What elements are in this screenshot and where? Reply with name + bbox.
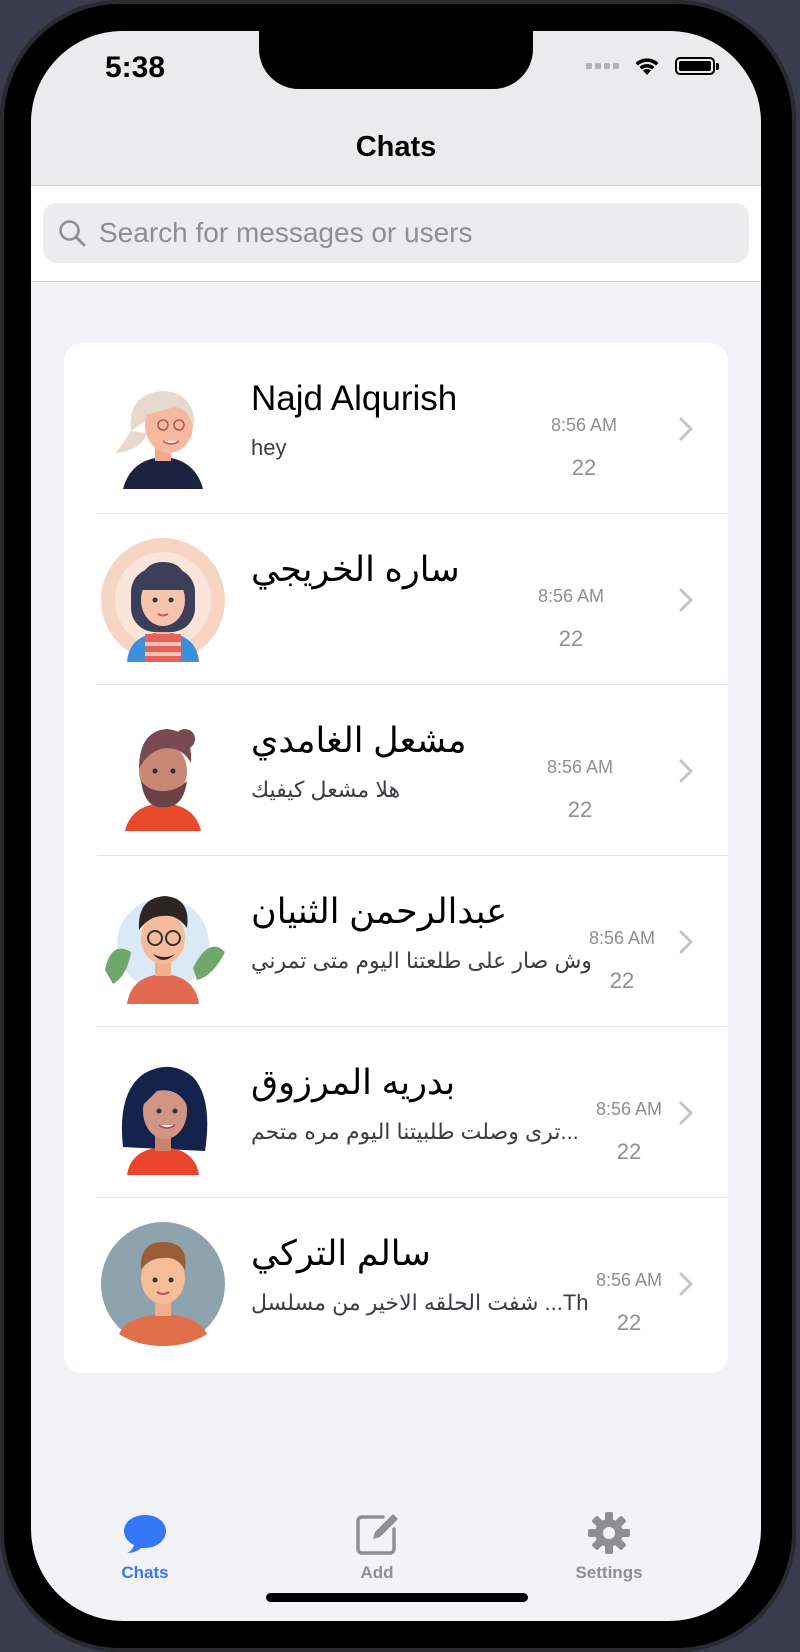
app-screen: Chats 5:38 Search for messages or users … [31, 31, 761, 1621]
avatar [121, 1066, 208, 1175]
search-bar[interactable] [43, 203, 749, 263]
chat-last-message: hey [251, 435, 287, 460]
device-notch [259, 31, 533, 89]
chat-bubble-icon [124, 1515, 166, 1553]
wifi-icon [635, 58, 659, 75]
chevron-right-icon [679, 1272, 693, 1296]
cellular-signal-icon [586, 63, 619, 69]
chat-time: 8:56 AM [588, 928, 656, 948]
chevron-right-icon [679, 1101, 693, 1125]
chat-count: 22 [571, 455, 597, 480]
chat-name: ساره الخريجي [251, 550, 460, 589]
chat-count: 22 [616, 1310, 642, 1335]
tab-chats[interactable]: Chats [75, 1511, 215, 1583]
avatar [125, 729, 201, 831]
chevron-right-icon [679, 417, 693, 441]
page-title: Chats [355, 131, 437, 163]
search-input[interactable] [97, 216, 721, 250]
chat-time: 8:56 AM [595, 1270, 663, 1290]
chat-name: بدريه المرزوق [251, 1063, 456, 1102]
chat-name: عبدالرحمن الثنيان [251, 892, 508, 931]
avatar [115, 391, 203, 489]
chat-list: Najd Alqurish hey 8:56 AM 22 ساره الخريج… [64, 343, 728, 1373]
status-time: 5:38 [105, 51, 166, 84]
chat-count: 22 [567, 797, 593, 822]
chat-row[interactable]: بدريه المرزوق ترى وصلت طلبيتنا اليوم مره… [64, 1027, 728, 1198]
battery-icon [675, 57, 719, 75]
chat-row[interactable]: Najd Alqurish hey 8:56 AM 22 [64, 343, 728, 514]
tab-add[interactable]: Add [307, 1511, 447, 1583]
chat-row[interactable]: عبدالرحمن الثنيان وش صار على طلعتنا اليو… [64, 856, 728, 1027]
device-frame: Chats 5:38 Search for messages or users … [0, 0, 796, 1652]
tab-label: Chats [121, 1563, 169, 1582]
chat-time: 8:56 AM [550, 415, 618, 435]
tab-settings[interactable]: Settings [539, 1511, 679, 1583]
gear-icon [588, 1512, 630, 1554]
search-icon [59, 220, 86, 247]
chat-name: مشعل الغامدي [251, 721, 467, 760]
chat-time: 8:56 AM [537, 586, 605, 606]
avatar [105, 896, 225, 1004]
chat-last-message: ترى وصلت طلبيتنا اليوم مره متحم... [251, 1119, 579, 1144]
chat-count: 22 [558, 626, 584, 651]
status-icons [586, 55, 719, 77]
chat-name: Najd Alqurish [251, 379, 458, 418]
chat-row[interactable]: سالم التركي شفت الحلقه الاخير من مسلسل .… [64, 1198, 728, 1369]
tab-label: Add [360, 1563, 394, 1582]
chat-time: 8:56 AM [546, 757, 614, 777]
chevron-right-icon [679, 588, 693, 612]
avatar [101, 1222, 225, 1346]
tab-label: Settings [575, 1563, 643, 1582]
chat-time: 8:56 AM [595, 1099, 663, 1119]
home-indicator[interactable] [266, 1593, 528, 1602]
chat-count: 22 [609, 968, 635, 993]
chevron-right-icon [679, 930, 693, 954]
chat-last-message: شفت الحلقه الاخير من مسلسل ...Th [251, 1290, 589, 1315]
avatar [101, 538, 225, 662]
chevron-right-icon [679, 759, 693, 783]
chat-count: 22 [616, 1139, 642, 1164]
compose-icon [356, 1514, 398, 1555]
chat-row[interactable]: ساره الخريجي 8:56 AM 22 [64, 514, 728, 685]
chat-row[interactable]: مشعل الغامدي هلا مشعل كيفيك 8:56 AM 22 [64, 685, 728, 856]
chat-name: سالم التركي [251, 1234, 431, 1273]
chat-last-message: هلا مشعل كيفيك [251, 777, 401, 802]
search-bar-container [31, 186, 761, 282]
chat-last-message: وش صار على طلعتنا اليوم متى تمرني [251, 948, 592, 973]
